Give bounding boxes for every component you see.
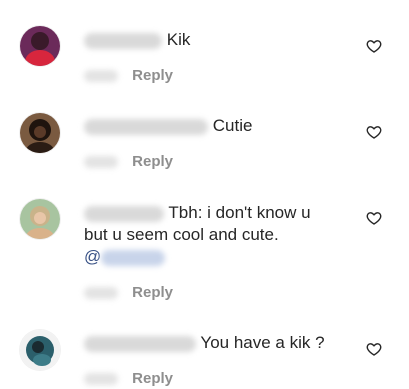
like-heart-icon[interactable] — [366, 38, 382, 54]
comment-mention[interactable]: @ — [84, 246, 166, 268]
reply-button[interactable]: Reply — [132, 284, 173, 301]
comment-meta: Reply — [84, 284, 173, 302]
mention-at-symbol: @ — [84, 247, 102, 266]
reply-button[interactable]: Reply — [132, 370, 173, 387]
mention-redacted[interactable] — [101, 249, 166, 266]
comment-body: Tbh: i don't know u — [168, 203, 311, 222]
timestamp-redacted — [84, 287, 118, 300]
username-redacted[interactable] — [84, 32, 162, 49]
comment-meta: Reply — [84, 370, 173, 388]
username-redacted[interactable] — [84, 118, 208, 135]
comment-text: Kik — [84, 29, 190, 51]
comment-body: You have a kik ? — [200, 333, 325, 352]
avatar[interactable] — [20, 26, 60, 66]
reply-button[interactable]: Reply — [132, 67, 173, 84]
comment-text-line-1: Tbh: i don't know u — [84, 202, 311, 224]
comment-meta: Reply — [84, 153, 173, 171]
like-heart-icon[interactable] — [366, 341, 382, 357]
comment-meta: Reply — [84, 67, 173, 85]
timestamp-redacted — [84, 373, 118, 386]
comment-text-line-2: but u seem cool and cute. — [84, 225, 279, 244]
comment-body: Cutie — [212, 116, 253, 135]
comment-text: Cutie — [84, 115, 252, 137]
reply-button[interactable]: Reply — [132, 153, 173, 170]
timestamp-redacted — [84, 70, 118, 83]
comment-text: You have a kik ? — [84, 332, 325, 354]
comment-body: Kik — [166, 30, 191, 49]
like-heart-icon[interactable] — [366, 124, 382, 140]
like-heart-icon[interactable] — [366, 210, 382, 226]
username-redacted[interactable] — [84, 205, 164, 222]
username-redacted[interactable] — [84, 335, 196, 352]
avatar[interactable] — [20, 199, 60, 239]
avatar[interactable] — [20, 330, 60, 370]
avatar[interactable] — [20, 113, 60, 153]
timestamp-redacted — [84, 156, 118, 169]
